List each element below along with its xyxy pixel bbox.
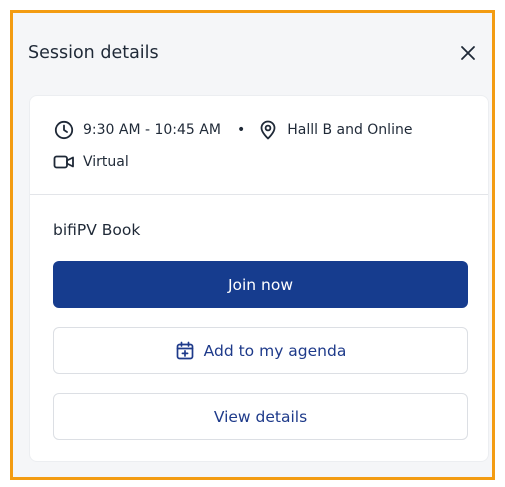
session-format-row: Virtual xyxy=(53,151,129,173)
join-now-label: Join now xyxy=(227,275,294,294)
session-location: Halll B and Online xyxy=(287,122,413,138)
meta-separator: • xyxy=(236,122,246,138)
session-name: bifiPV Book xyxy=(53,221,141,239)
add-to-agenda-label: Add to my agenda xyxy=(203,341,347,360)
session-meta: 9:30 AM - 10:45 AM • Halll B and Online xyxy=(30,96,488,195)
close-button[interactable] xyxy=(459,44,477,62)
view-details-label: View details xyxy=(213,407,308,426)
panel-title: Session details xyxy=(28,43,159,63)
session-card: 9:30 AM - 10:45 AM • Halll B and Online xyxy=(29,95,489,462)
add-to-agenda-button[interactable]: Add to my agenda xyxy=(53,327,468,374)
map-pin-icon xyxy=(257,119,279,141)
join-now-button[interactable]: Join now xyxy=(53,261,468,308)
panel-header: Session details xyxy=(13,13,492,93)
close-icon xyxy=(461,46,475,60)
video-camera-icon xyxy=(53,151,75,173)
session-time: 9:30 AM - 10:45 AM xyxy=(83,122,221,138)
session-format: Virtual xyxy=(83,154,129,170)
session-time-location-row: 9:30 AM - 10:45 AM • Halll B and Online xyxy=(53,119,412,141)
clock-icon xyxy=(53,119,75,141)
view-details-button[interactable]: View details xyxy=(53,393,468,440)
calendar-plus-icon xyxy=(175,341,195,361)
session-details-panel: Session details 9:30 AM - 10:45 AM • Hal… xyxy=(10,10,495,480)
